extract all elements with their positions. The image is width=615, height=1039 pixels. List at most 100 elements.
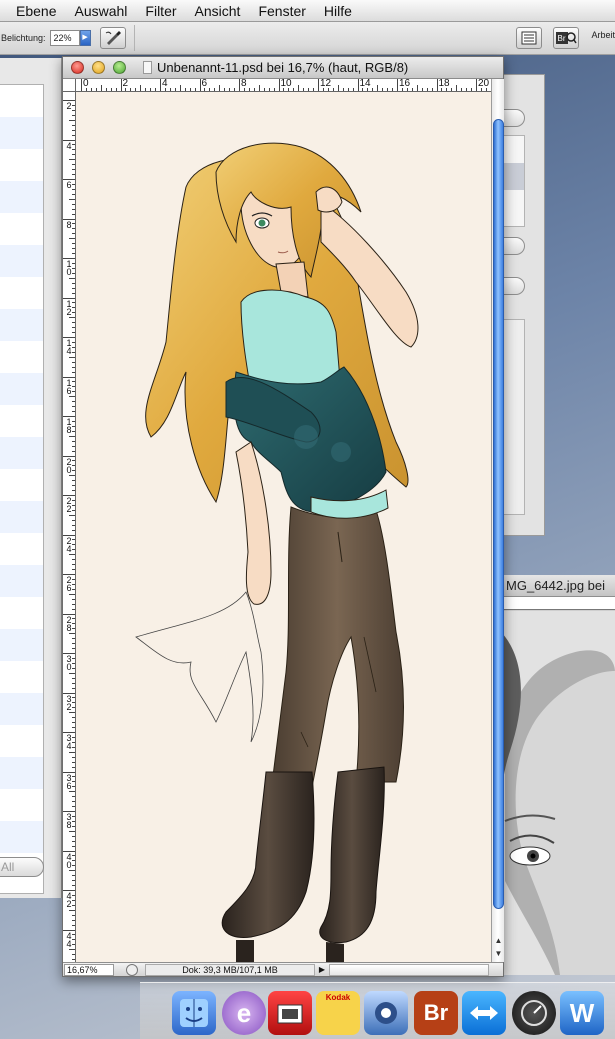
photo-ruler bbox=[500, 597, 615, 610]
ruler-origin[interactable] bbox=[63, 79, 76, 92]
panel-button[interactable] bbox=[501, 109, 525, 127]
scroll-up-arrow[interactable]: ▲ bbox=[492, 934, 505, 947]
workspace-label[interactable]: Arbeit bbox=[591, 30, 615, 40]
zoom-button[interactable] bbox=[113, 61, 126, 74]
list-item bbox=[0, 117, 43, 149]
ruler-label: 4 bbox=[66, 140, 72, 151]
left-palette-window: All bbox=[0, 58, 62, 898]
vertical-ruler[interactable]: 24681 01 21 41 61 82 02 22 42 62 83 03 2… bbox=[63, 92, 76, 962]
menu-auswahl[interactable]: Auswahl bbox=[65, 3, 136, 19]
ruler-minor-tick bbox=[69, 198, 75, 200]
airbrush-button[interactable] bbox=[99, 27, 126, 49]
list-item bbox=[0, 309, 43, 341]
minimize-button[interactable] bbox=[92, 61, 105, 74]
list-item bbox=[0, 821, 43, 853]
list-item bbox=[0, 149, 43, 181]
artwork-illustration bbox=[135, 142, 419, 962]
menu-ansicht[interactable]: Ansicht bbox=[186, 3, 250, 19]
ruler-label: 12 bbox=[320, 79, 332, 89]
ruler-minor-tick bbox=[69, 435, 75, 437]
ruler-minor-tick bbox=[416, 85, 418, 91]
svg-text:Br: Br bbox=[558, 34, 566, 43]
ruler-minor-tick bbox=[69, 672, 75, 674]
close-button[interactable] bbox=[71, 61, 84, 74]
list-item bbox=[0, 597, 43, 629]
vertical-scroll-thumb[interactable] bbox=[493, 119, 504, 909]
ruler-minor-tick bbox=[219, 85, 221, 91]
document-window: Unbenannt-11.psd bei 16,7% (haut, RGB/8)… bbox=[62, 56, 504, 977]
ruler-label: 18 bbox=[438, 79, 450, 89]
horizontal-ruler[interactable]: 0 2 4 6 8 10 12 14 16 18 20 bbox=[76, 79, 491, 92]
ruler-label: 20 bbox=[478, 79, 490, 89]
bridge-icon[interactable]: Br bbox=[414, 991, 458, 1035]
teamviewer-icon[interactable] bbox=[462, 991, 506, 1035]
list-item bbox=[0, 341, 43, 373]
bridge-browse-button[interactable]: Br bbox=[553, 27, 579, 49]
list-item bbox=[0, 757, 43, 789]
list-item bbox=[0, 693, 43, 725]
ruler-minor-tick bbox=[69, 317, 75, 319]
palette-list[interactable] bbox=[0, 84, 44, 894]
menu-bar: Ebene Auswahl Filter Ansicht Fenster Hil… bbox=[0, 0, 615, 22]
vertical-scrollbar[interactable]: ▲ ▼ bbox=[491, 79, 504, 962]
dashboard-icon[interactable] bbox=[512, 991, 556, 1035]
kodak-icon[interactable]: Kodak bbox=[316, 991, 360, 1035]
menu-fenster[interactable]: Fenster bbox=[249, 3, 314, 19]
exposure-field[interactable]: 22% bbox=[49, 30, 80, 46]
panel-list[interactable] bbox=[501, 135, 525, 227]
all-button[interactable]: All bbox=[0, 857, 44, 877]
photo-image bbox=[500, 611, 615, 975]
photo-window-title[interactable]: MG_6442.jpg bei bbox=[500, 575, 615, 597]
ecto-icon[interactable]: e bbox=[222, 991, 266, 1035]
palette-icon bbox=[521, 31, 537, 45]
ruler-minor-tick bbox=[258, 85, 260, 91]
preview-icon[interactable] bbox=[364, 991, 408, 1035]
ruler-label: 2 bbox=[66, 101, 72, 111]
ruler-minor-tick bbox=[69, 870, 75, 872]
options-bar: Belichtung: 22% ▶ Br Arbeit bbox=[0, 22, 615, 55]
list-item bbox=[0, 437, 43, 469]
status-info-icon[interactable] bbox=[126, 964, 138, 976]
photo-booth-icon[interactable] bbox=[268, 991, 312, 1035]
ruler-label: 2 bbox=[122, 79, 129, 89]
menu-hilfe[interactable]: Hilfe bbox=[315, 3, 361, 19]
word-icon[interactable]: W bbox=[560, 991, 604, 1035]
ruler-minor-tick bbox=[69, 356, 75, 358]
document-proxy-icon[interactable] bbox=[143, 61, 152, 74]
list-item bbox=[0, 501, 43, 533]
finder-icon[interactable] bbox=[172, 991, 216, 1035]
status-menu-arrow-icon[interactable]: ▶ bbox=[317, 964, 327, 976]
menu-ebene[interactable]: Ebene bbox=[0, 3, 65, 19]
document-titlebar[interactable]: Unbenannt-11.psd bei 16,7% (haut, RGB/8) bbox=[63, 57, 503, 79]
ruler-minor-tick bbox=[69, 396, 75, 398]
ruler-label: 16 bbox=[399, 79, 411, 89]
ruler-minor-tick bbox=[100, 85, 102, 91]
list-item bbox=[0, 469, 43, 501]
ruler-label: 10 bbox=[280, 79, 292, 89]
panel-button[interactable] bbox=[501, 237, 525, 255]
menu-filter[interactable]: Filter bbox=[136, 3, 185, 19]
ruler-label: 6 bbox=[201, 79, 208, 89]
ruler-minor-tick bbox=[69, 119, 75, 121]
ruler-minor-tick bbox=[179, 85, 181, 91]
list-item bbox=[0, 725, 43, 757]
zoom-field[interactable]: 16,67% bbox=[64, 964, 114, 976]
document-title: Unbenannt-11.psd bei 16,7% (haut, RGB/8) bbox=[157, 60, 409, 75]
scroll-down-arrow[interactable]: ▼ bbox=[492, 947, 505, 960]
document-size-info: Dok: 39,3 MB/107,1 MB bbox=[145, 964, 315, 976]
palette-well-button[interactable] bbox=[516, 27, 542, 49]
list-item bbox=[0, 789, 43, 821]
panel-preview-area bbox=[501, 319, 525, 515]
ruler-minor-tick bbox=[69, 238, 75, 240]
exposure-dropdown[interactable]: ▶ bbox=[79, 30, 91, 46]
ruler-minor-tick bbox=[69, 949, 75, 951]
options-separator bbox=[133, 25, 135, 51]
panel-button[interactable] bbox=[501, 277, 525, 295]
document-canvas[interactable] bbox=[76, 92, 491, 962]
ruler-minor-tick bbox=[456, 85, 458, 91]
ruler-label: 8 bbox=[241, 79, 247, 89]
ruler-label: 8 bbox=[66, 219, 72, 230]
horizontal-scrollbar[interactable] bbox=[329, 964, 489, 976]
bridge-search-icon: Br bbox=[556, 32, 577, 44]
list-item bbox=[0, 629, 43, 661]
